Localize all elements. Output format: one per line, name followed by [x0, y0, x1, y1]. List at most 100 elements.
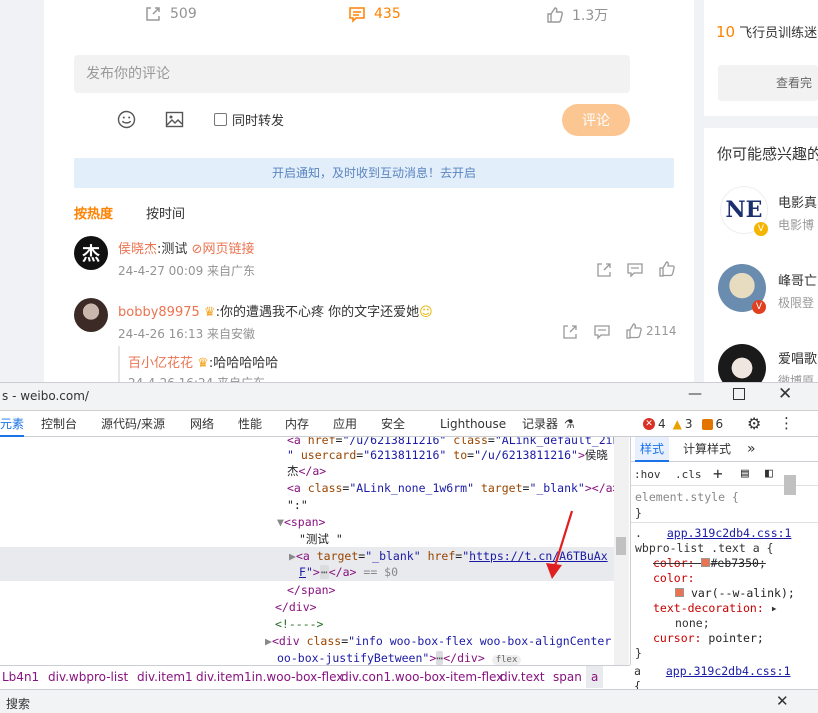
flex-badge[interactable]: flex [491, 655, 522, 665]
share-icon[interactable] [596, 262, 612, 278]
tab-console[interactable]: 控制台 [41, 411, 77, 437]
notification-banner[interactable]: 开启通知，及时收到互动消息！去开启 [74, 158, 674, 188]
color-swatch[interactable] [675, 588, 684, 597]
tab-performance[interactable]: 性能 [238, 411, 262, 437]
crumb[interactable]: Lb4n1 [2, 670, 39, 684]
repost-button[interactable]: 509 [144, 5, 197, 23]
dom-line[interactable]: 杰</a> [287, 463, 326, 480]
tab-application[interactable]: 应用 [333, 411, 357, 437]
rule-selector[interactable]: wbpro-list .text a { [635, 540, 773, 556]
image-icon[interactable] [165, 110, 184, 129]
cursor-decl[interactable]: cursor: pointer; [653, 630, 764, 646]
decoration-decl-value[interactable]: none; [675, 615, 710, 631]
divider [631, 522, 818, 523]
tab-elements[interactable]: 元素 [0, 411, 25, 437]
like-button[interactable]: 1.3万 [546, 5, 608, 25]
crumb[interactable]: span [553, 670, 582, 684]
dom-line-selected[interactable]: F">⋯</a> == $0 [299, 564, 398, 581]
hov-toggle[interactable]: :hov [634, 468, 661, 481]
user-name[interactable]: 爱唱歌 [778, 348, 817, 367]
dom-line[interactable]: <a class="ALink_none_1w6rm" target="_bla… [287, 480, 614, 497]
dom-line[interactable]: ▶<div class="info woo-box-flex woo-box-a… [265, 633, 614, 650]
warning-icon: ▲ [672, 417, 682, 431]
web-link[interactable]: 网页链接 [202, 242, 254, 257]
repost-count: 509 [170, 6, 197, 22]
struck-color-decl[interactable]: color: #eb7350; [653, 555, 766, 571]
paint-icon[interactable]: ▤ [741, 466, 749, 481]
forward-checkbox[interactable] [214, 113, 227, 126]
minimize-icon[interactable]: — [688, 386, 702, 402]
tab-styles[interactable]: 样式 [635, 437, 670, 462]
like-button[interactable]: 2114 [626, 323, 677, 339]
user-name[interactable]: 峰哥亡 [778, 270, 817, 289]
tab-lighthouse[interactable]: Lighthouse [440, 411, 506, 437]
dom-line[interactable]: ▼<span> [277, 514, 325, 531]
close-icon[interactable]: ✕ [778, 384, 792, 404]
sort-by-hot[interactable]: 按热度 [74, 203, 113, 222]
styles-scrollbar-thumb[interactable] [784, 475, 796, 495]
crumb[interactable]: div.text [500, 670, 545, 684]
reply-username[interactable]: 百小亿花花 [128, 356, 193, 371]
tab-recorder[interactable]: 记录器 [522, 411, 558, 437]
css-source-link[interactable]: app.319c2db4.css:1 [667, 526, 792, 540]
more-icon[interactable]: ⋮ [779, 414, 794, 432]
reply-icon[interactable] [594, 324, 610, 340]
crumb[interactable]: div.con1.woo-box-item-flex [341, 670, 503, 684]
tab-computed[interactable]: 计算样式 [683, 437, 731, 462]
search-label[interactable]: 搜索 [6, 695, 30, 712]
add-rule-icon[interactable]: + [713, 464, 723, 483]
dom-line[interactable]: </span> [287, 582, 335, 599]
dom-line[interactable]: <!----> [275, 616, 323, 633]
comment-button[interactable]: 435 [348, 5, 401, 23]
comment-avatar[interactable] [74, 298, 108, 332]
thumbs-up-icon [546, 6, 564, 24]
cls-toggle[interactable]: .cls [675, 468, 702, 481]
comment-meta: 24-4-27 00:09 来自广东 [118, 264, 256, 278]
comment-avatar[interactable]: 杰 [74, 236, 108, 270]
tab-sources[interactable]: 源代码/来源 [101, 411, 165, 437]
view-more-button[interactable]: 查看完 [718, 65, 818, 101]
dom-line[interactable]: </div> [275, 599, 317, 616]
dom-line[interactable]: ":" [287, 497, 308, 514]
trend-item[interactable]: 10 飞行员训练迷 [716, 22, 817, 42]
dom-line[interactable]: "测试 " [299, 531, 343, 548]
comment-meta: 24-4-26 16:13 来自安徽 [118, 327, 256, 341]
reply-line: 百小亿花花 ♛:哈哈哈哈哈 [128, 352, 278, 371]
color-decl-value[interactable]: var(--w-alink); [675, 585, 795, 601]
comment-username[interactable]: 侯晓杰 [118, 242, 157, 257]
user-name[interactable]: 电影真 [778, 192, 817, 211]
color-decl[interactable]: color: [653, 570, 695, 586]
error-icon: ✕ [643, 418, 655, 430]
crumb[interactable]: div.item1 [137, 670, 193, 684]
tab-memory[interactable]: 内存 [285, 411, 309, 437]
comment-icon [348, 5, 366, 23]
sort-by-time[interactable]: 按时间 [146, 203, 185, 222]
dom-line[interactable]: " usercard="6213811216" to="/u/621381121… [287, 447, 608, 464]
maximize-icon[interactable] [733, 388, 745, 400]
emoji-icon[interactable] [117, 110, 136, 129]
element-style-rule[interactable]: element.style { [635, 489, 739, 505]
gear-icon[interactable]: ⚙ [747, 414, 761, 433]
crumb[interactable]: div.wbpro-list [48, 670, 128, 684]
verified-badge-icon: V [752, 300, 766, 314]
tab-network[interactable]: 网络 [190, 411, 214, 437]
share-icon[interactable] [562, 324, 578, 340]
crown-badge-icon: ♛ [197, 356, 209, 371]
elements-scrollbar[interactable] [614, 437, 629, 665]
crumb-selected[interactable]: a [586, 666, 604, 688]
error-counter[interactable]: ✕ 4 ▲ 3 6 [643, 417, 723, 431]
close-search-icon[interactable]: ✕ [776, 692, 789, 710]
reply-icon[interactable] [627, 262, 643, 278]
submit-comment-button[interactable]: 评论 [562, 104, 630, 136]
more-tabs-icon[interactable]: » [747, 437, 756, 462]
comment-username[interactable]: bobby89975 [118, 305, 200, 320]
sidebar-toggle-icon[interactable]: ◧ [765, 466, 773, 481]
forward-option[interactable]: 同时转发 [214, 110, 284, 129]
scrollbar-thumb[interactable] [616, 537, 626, 555]
crumb[interactable]: div.item1in.woo-box-flex [196, 670, 343, 684]
tab-security[interactable]: 安全 [381, 411, 405, 437]
thumbs-up-icon[interactable] [659, 261, 675, 277]
decoration-decl[interactable]: text-decoration: ▸ [653, 600, 778, 616]
forward-label: 同时转发 [232, 114, 285, 129]
comment-input[interactable] [74, 55, 630, 93]
